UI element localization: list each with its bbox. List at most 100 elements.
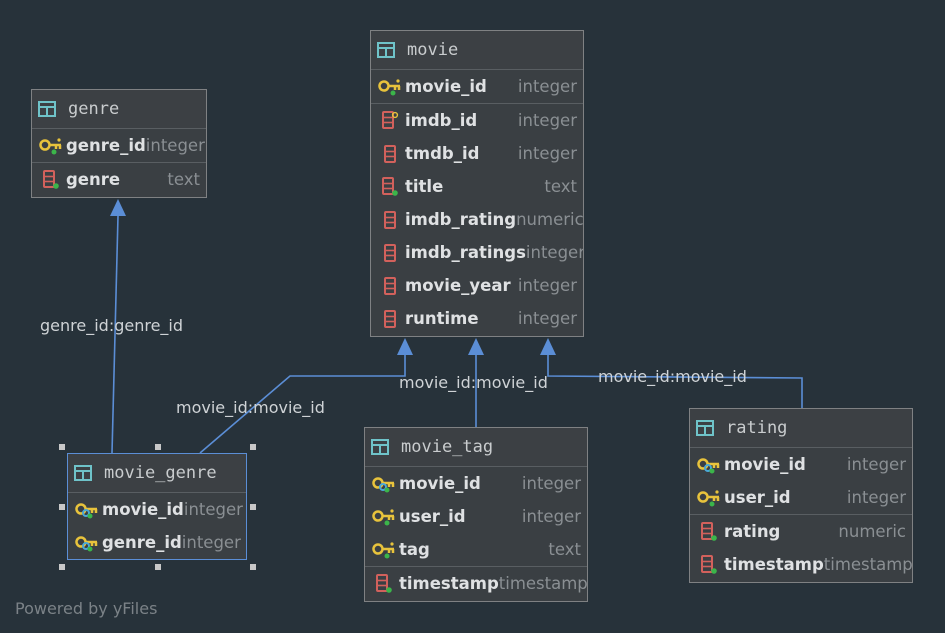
column-row[interactable]: movie_id integer: [371, 70, 583, 103]
column-name: genre_id: [102, 533, 182, 552]
column-row[interactable]: movie_year integer: [371, 269, 583, 302]
column-section: imdb_id integer tmdb_id integer title text imd…: [371, 103, 583, 335]
column-name: genre: [66, 170, 121, 189]
column-name: rating: [724, 522, 781, 541]
selection-handle[interactable]: [250, 504, 256, 510]
column-row[interactable]: runtime integer: [371, 302, 583, 335]
column-row[interactable]: user_id integer: [365, 500, 587, 533]
table-icon: [74, 465, 94, 481]
primary-key-icon: [377, 70, 403, 103]
column-name: user_id: [724, 488, 791, 507]
not-null-column-icon: [371, 567, 397, 600]
column-row[interactable]: timestamp timestamp: [690, 548, 912, 581]
column-type: integer: [517, 309, 577, 328]
column-row[interactable]: movie_id integer: [365, 467, 587, 500]
selection-handle[interactable]: [155, 444, 161, 450]
column-row[interactable]: imdb_rating numeric: [371, 203, 583, 236]
column-row[interactable]: tag text: [365, 533, 587, 566]
column-name: imdb_id: [405, 111, 478, 130]
column-row[interactable]: timestamp timestamp: [365, 567, 587, 600]
column-row[interactable]: user_id integer: [690, 481, 912, 514]
column-type: numeric: [516, 210, 583, 229]
column-name: runtime: [405, 309, 479, 328]
column-type: timestamp: [498, 574, 587, 593]
table-genre[interactable]: genre genre_id integer genre text: [31, 89, 207, 198]
column-section: genre text: [32, 162, 206, 196]
column-type: numeric: [838, 522, 906, 541]
column-row[interactable]: title text: [371, 170, 583, 203]
column-type: text: [544, 177, 577, 196]
table-header[interactable]: movie: [371, 31, 583, 69]
column-type: integer: [521, 474, 581, 493]
column-name: tag: [399, 540, 430, 559]
primary-foreign-key-icon: [74, 493, 100, 526]
column-type: text: [167, 170, 200, 189]
edge-label-movie-tag: movie_id:movie_id: [399, 373, 548, 392]
column-type: integer: [181, 533, 241, 552]
column-row[interactable]: tmdb_id integer: [371, 137, 583, 170]
column-name: imdb_ratings: [405, 243, 526, 262]
table-header[interactable]: genre: [32, 90, 206, 128]
column-row[interactable]: rating numeric: [690, 515, 912, 548]
arrowhead-movie-3: [540, 338, 556, 355]
column-type: timestamp: [823, 555, 912, 574]
column-name: title: [405, 177, 444, 196]
table-rating[interactable]: rating movie_id integer user_id integer ratin…: [689, 408, 913, 583]
table-icon: [377, 42, 397, 58]
arrowhead-movie-1: [397, 338, 413, 355]
column-name: timestamp: [399, 574, 499, 593]
not-null-column-icon: [377, 170, 403, 203]
column-icon: [377, 302, 403, 335]
column-icon: [377, 137, 403, 170]
column-type: integer: [517, 276, 577, 295]
column-name: movie_id: [399, 474, 481, 493]
column-section: rating numeric timestamp timestamp: [690, 514, 912, 581]
column-row[interactable]: imdb_id integer: [371, 104, 583, 137]
column-name: movie_id: [405, 77, 487, 96]
primary-foreign-key-icon: [74, 526, 100, 559]
selection-handle[interactable]: [250, 444, 256, 450]
table-icon: [38, 101, 58, 117]
column-icon: [377, 236, 403, 269]
column-name: genre_id: [66, 136, 146, 155]
column-type: integer: [517, 144, 577, 163]
column-name: movie_id: [724, 455, 806, 474]
table-name: movie_tag: [401, 437, 494, 457]
selection-handle[interactable]: [59, 564, 65, 570]
column-row[interactable]: imdb_ratings integer: [371, 236, 583, 269]
edge-label-movie-genre: movie_id:movie_id: [176, 398, 325, 417]
column-type: integer: [183, 500, 243, 519]
selection-handle[interactable]: [59, 444, 65, 450]
column-row[interactable]: genre_id integer: [68, 526, 246, 559]
column-name: movie_id: [102, 500, 184, 519]
column-type: integer: [517, 77, 577, 96]
column-name: timestamp: [724, 555, 824, 574]
column-row[interactable]: movie_id integer: [68, 493, 246, 526]
column-type: integer: [525, 243, 583, 262]
table-movie-tag[interactable]: movie_tag movie_id integer user_id integer ta…: [364, 427, 588, 602]
selection-handle[interactable]: [155, 564, 161, 570]
table-header[interactable]: rating: [690, 409, 912, 447]
column-row[interactable]: movie_id integer: [690, 448, 912, 481]
arrowhead-genre: [110, 199, 126, 216]
column-name: imdb_rating: [405, 210, 517, 229]
primary-key-icon: [38, 129, 64, 162]
table-movie[interactable]: movie movie_id integer imdb_id integer tmdb_i…: [370, 30, 584, 337]
column-section: movie_id integer genre_id integer: [68, 492, 246, 559]
column-section: timestamp timestamp: [365, 566, 587, 600]
edge-label-genre: genre_id:genre_id: [40, 316, 184, 335]
column-section: movie_id integer user_id integer tag text: [365, 466, 587, 566]
column-row[interactable]: genre text: [32, 163, 206, 196]
selection-handle[interactable]: [250, 564, 256, 570]
selection-handle[interactable]: [59, 504, 65, 510]
table-movie-genre[interactable]: movie_genre movie_id integer genre_id intege…: [67, 453, 247, 560]
column-type: integer: [846, 488, 906, 507]
table-icon: [371, 439, 391, 455]
table-header[interactable]: movie_tag: [365, 428, 587, 466]
table-name: movie: [407, 40, 459, 60]
column-row[interactable]: genre_id integer: [32, 129, 206, 162]
table-header[interactable]: movie_genre: [68, 454, 246, 492]
column-name: user_id: [399, 507, 466, 526]
column-name: tmdb_id: [405, 144, 480, 163]
primary-key-icon: [371, 533, 397, 566]
